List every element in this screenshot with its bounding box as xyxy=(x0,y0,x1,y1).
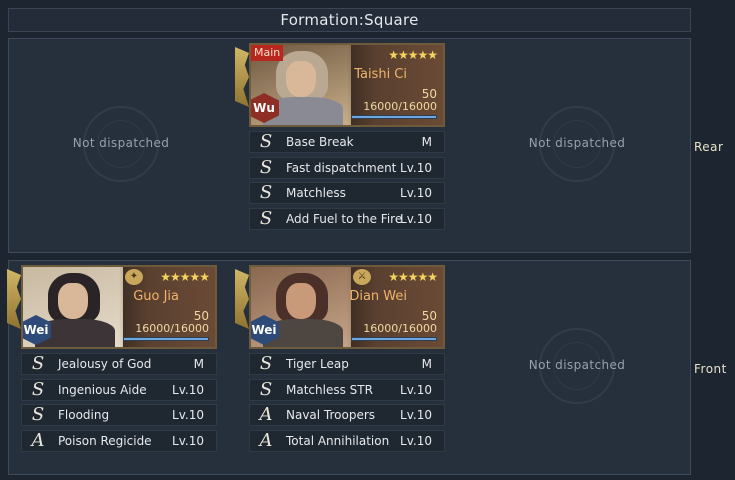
skill-row[interactable]: A Naval Troopers Lv.10 xyxy=(249,404,445,426)
skill-name: Fast dispatchment xyxy=(286,160,397,175)
star-icon: ★★★★★ xyxy=(388,48,438,62)
skill-name: Flooding xyxy=(58,408,110,422)
skill-grade: A xyxy=(31,429,45,451)
hero-level: 50 xyxy=(421,309,437,323)
skill-name: Ingenious Aide xyxy=(58,382,147,397)
empty-slot-rear-left[interactable]: Not dispatched xyxy=(15,44,227,244)
main-tag: Main xyxy=(251,45,284,61)
skill-name: Jealousy of God xyxy=(58,357,152,371)
skill-name: Add Fuel to the Fire xyxy=(286,211,403,226)
front-label: Front xyxy=(694,362,727,376)
skill-row[interactable]: S Base Break M xyxy=(249,131,445,153)
skill-row[interactable]: S Tiger Leap M xyxy=(249,353,445,375)
skill-grade: S xyxy=(259,353,273,374)
skill-name: Base Break xyxy=(286,135,354,149)
skill-name: Total Annihilation xyxy=(286,433,390,448)
banner-flag-icon xyxy=(235,47,249,107)
skill-grade: S xyxy=(259,378,273,400)
skill-level: Lv.10 xyxy=(400,433,432,448)
hero-card[interactable]: ✦ ★★★★★ Guo Jia 50 16000/16000 Wei xyxy=(21,265,217,349)
star-icon: ★★★★★ xyxy=(160,270,210,284)
rear-row-panel: Not dispatched ★★★★★ Taishi Ci 50 16000/… xyxy=(8,38,691,253)
hero-name: Taishi Ci xyxy=(354,67,407,82)
skill-row[interactable]: S Add Fuel to the Fire Lv.10 xyxy=(249,207,445,230)
skill-level: Lv.10 xyxy=(400,186,432,200)
rear-label: Rear xyxy=(694,140,724,154)
skill-list: S Tiger Leap M S Matchless STR Lv.10 A Naval Tr… xyxy=(249,353,445,455)
skill-grade: S xyxy=(259,182,273,203)
skill-grade: S xyxy=(31,353,45,374)
skill-grade: S xyxy=(259,156,273,178)
not-dispatched-label: Not dispatched xyxy=(528,136,626,150)
skill-row[interactable]: S Fast dispatchment Lv.10 xyxy=(249,156,445,179)
hero-level: 50 xyxy=(421,87,437,101)
skill-level: Lv.10 xyxy=(172,408,204,422)
troop-bar xyxy=(351,337,437,341)
hero-card[interactable]: ★★★★★ Taishi Ci 50 16000/16000 Main Wu xyxy=(249,43,445,127)
skill-row[interactable]: S Flooding Lv.10 xyxy=(21,404,217,426)
troop-fill xyxy=(352,338,436,340)
hero-card[interactable]: ⚔ ★★★★★ Dian Wei 50 16000/16000 Wei xyxy=(249,265,445,349)
front-row-panel: ✦ ★★★★★ Guo Jia 50 16000/16000 Wei S Jeal… xyxy=(7,260,691,475)
skill-grade: A xyxy=(259,429,273,451)
skill-row[interactable]: S Jealousy of God M xyxy=(21,353,217,375)
skill-row[interactable]: S Matchless Lv.10 xyxy=(249,182,445,204)
skill-name: Matchless STR xyxy=(286,382,373,397)
skill-grade: S xyxy=(259,131,273,152)
skill-grade: S xyxy=(31,404,45,425)
skill-level: Lv.10 xyxy=(172,382,204,397)
skill-level: M xyxy=(193,357,204,371)
troop-fill xyxy=(352,116,436,118)
skill-grade: A xyxy=(259,404,273,425)
empty-slot-rear-right[interactable]: Not dispatched xyxy=(471,44,683,244)
skill-list: S Base Break M S Fast dispatchment Lv.10 S Matc… xyxy=(249,131,445,233)
skill-level: M xyxy=(421,357,432,371)
troop-bar xyxy=(351,115,437,119)
skill-name: Naval Troopers xyxy=(286,408,376,422)
skill-level: Lv.10 xyxy=(400,408,432,422)
banner-flag-icon xyxy=(7,269,21,329)
banner-flag-icon xyxy=(235,269,249,329)
skill-grade: S xyxy=(31,378,45,400)
skill-level: Lv.10 xyxy=(400,160,432,175)
star-icon: ★★★★★ xyxy=(388,270,438,284)
skill-name: Poison Regicide xyxy=(58,433,152,448)
skill-row[interactable]: A Total Annihilation Lv.10 xyxy=(249,429,445,452)
skill-grade: S xyxy=(259,207,273,229)
not-dispatched-label: Not dispatched xyxy=(72,136,170,150)
skill-name: Tiger Leap xyxy=(286,357,349,371)
skill-name: Matchless xyxy=(286,186,346,200)
skill-level: Lv.10 xyxy=(400,382,432,397)
strategist-type-icon: ✦ xyxy=(125,269,143,285)
formation-title: Formation:Square xyxy=(8,8,691,32)
troop-bar xyxy=(123,337,209,341)
skill-row[interactable]: S Matchless STR Lv.10 xyxy=(249,378,445,401)
hero-name: Guo Jia xyxy=(133,289,179,304)
hero-troops: 16000/16000 xyxy=(363,322,437,335)
hero-troops: 16000/16000 xyxy=(363,100,437,113)
hero-troops: 16000/16000 xyxy=(135,322,209,335)
hero-name: Dian Wei xyxy=(349,289,407,304)
skill-row[interactable]: A Poison Regicide Lv.10 xyxy=(21,429,217,452)
skill-level: Lv.10 xyxy=(172,433,204,448)
skill-list: S Jealousy of God M S Ingenious Aide Lv.10 S Fl… xyxy=(21,353,217,455)
empty-slot-front-right[interactable]: Not dispatched xyxy=(471,266,683,466)
not-dispatched-label: Not dispatched xyxy=(528,358,626,372)
skill-level: M xyxy=(421,135,432,149)
skill-row[interactable]: S Ingenious Aide Lv.10 xyxy=(21,378,217,401)
skill-level: Lv.10 xyxy=(400,211,432,226)
troop-fill xyxy=(124,338,208,340)
warrior-type-icon: ⚔ xyxy=(353,269,371,285)
hero-level: 50 xyxy=(193,309,209,323)
